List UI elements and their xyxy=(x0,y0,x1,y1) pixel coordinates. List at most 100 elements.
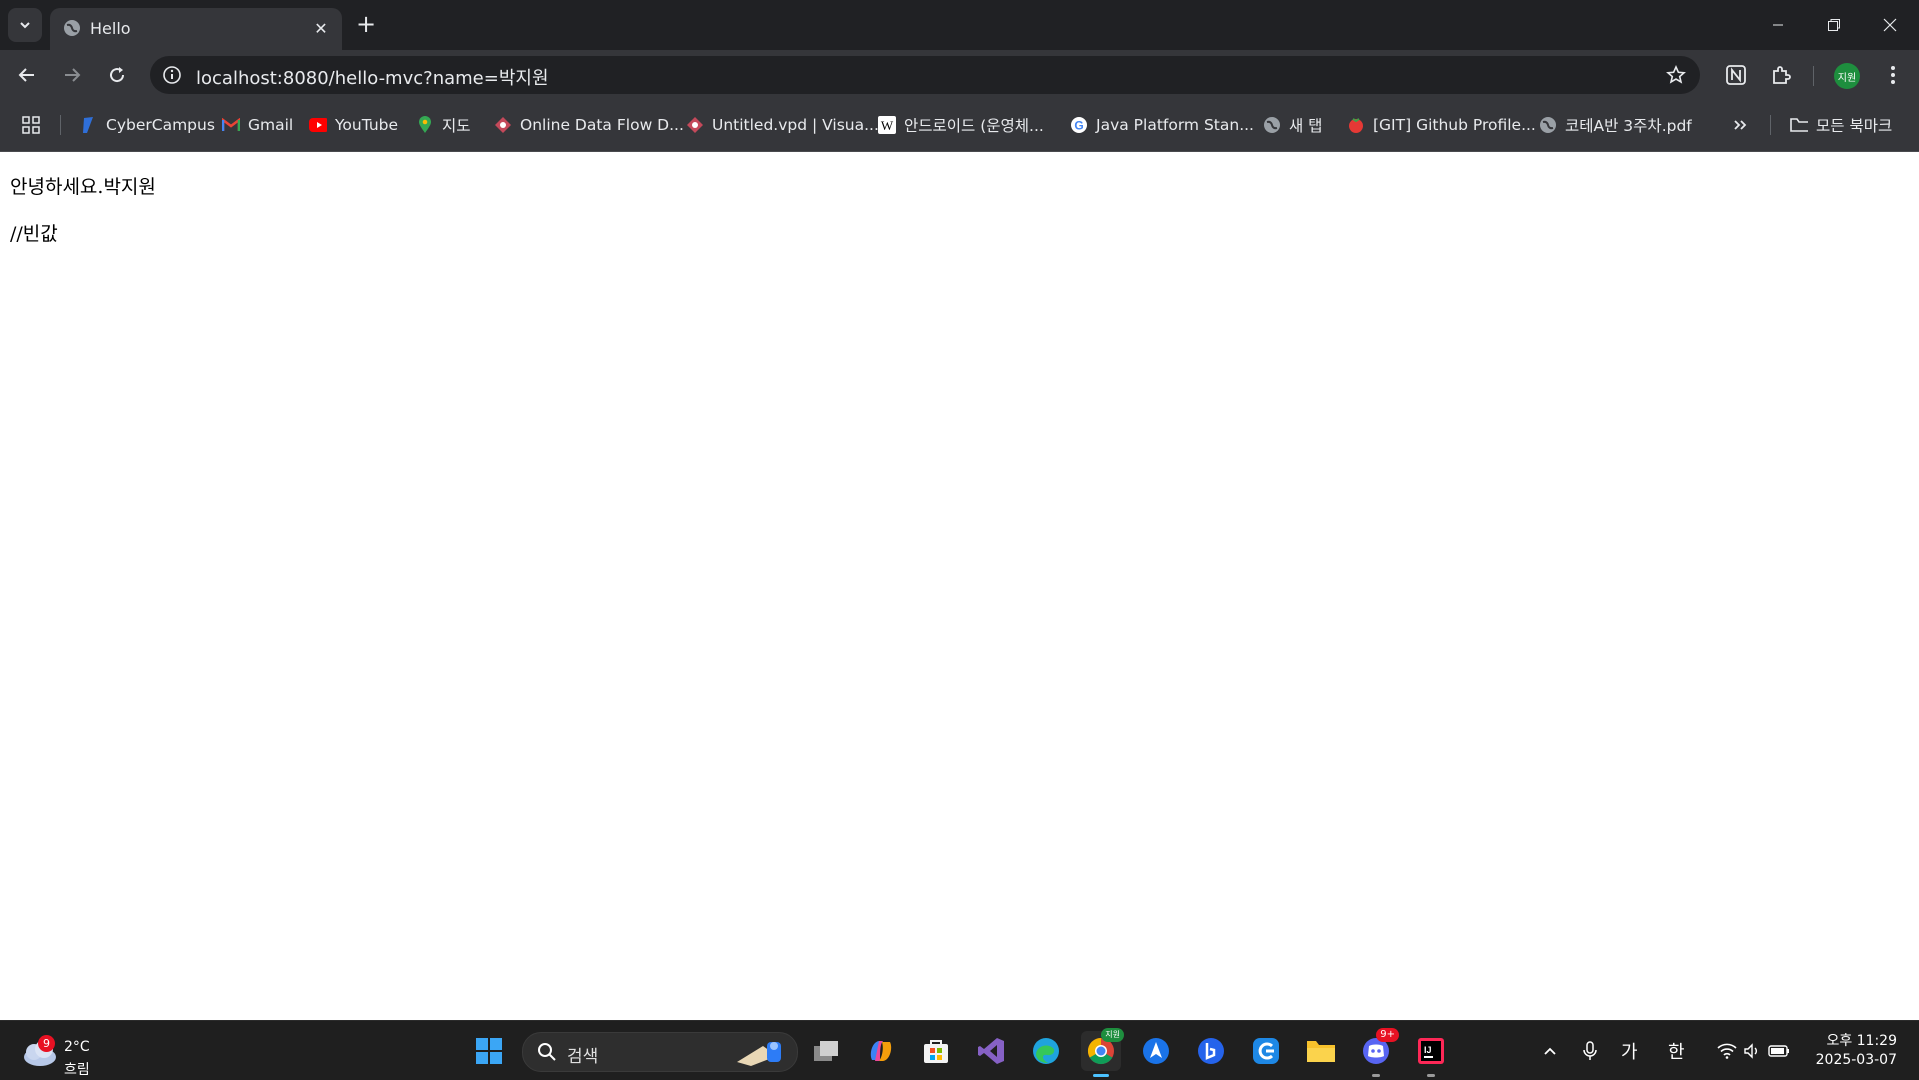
bookmark-dataflow[interactable]: Online Data Flow D... xyxy=(494,113,684,137)
bookmark-new-tab[interactable]: 새 탭 xyxy=(1263,113,1322,137)
visual-paradigm-icon xyxy=(686,116,704,134)
globe-icon xyxy=(1263,116,1281,134)
bookmarks-separator xyxy=(60,115,61,135)
search-icon xyxy=(538,1043,556,1061)
bookmark-label: Untitled.vpd | Visua... xyxy=(712,116,879,134)
apps-button[interactable] xyxy=(22,113,40,137)
site-info-button[interactable] xyxy=(160,63,184,87)
greeting-text: 안녕하세요.박지원 xyxy=(10,176,156,198)
extensions-button[interactable] xyxy=(1766,60,1796,90)
file-explorer-button[interactable] xyxy=(1301,1031,1341,1071)
app-pin-button[interactable] xyxy=(1136,1031,1176,1071)
bookmark-star-button[interactable] xyxy=(1664,63,1688,87)
visual-studio-button[interactable] xyxy=(971,1031,1011,1071)
profile-avatar[interactable]: 지원 xyxy=(1834,63,1860,89)
tab-search-button[interactable] xyxy=(8,8,42,42)
microphone-icon xyxy=(1583,1041,1597,1060)
running-indicator xyxy=(1427,1074,1435,1077)
microphone-button[interactable] xyxy=(1582,1040,1598,1062)
bookmark-pdf[interactable]: 코테A반 3주차.pdf xyxy=(1539,113,1692,137)
taskbar-search[interactable]: 검색 xyxy=(522,1032,798,1072)
address-bar[interactable]: localhost:8080/hello-mvc?name=박지원 xyxy=(150,56,1700,94)
ime-language-button[interactable]: 한 xyxy=(1668,1040,1685,1063)
back-button[interactable] xyxy=(10,58,44,92)
all-bookmarks-label: 모든 북마크 xyxy=(1816,117,1893,135)
arrow-left-icon xyxy=(18,68,34,82)
reload-button[interactable] xyxy=(100,58,134,92)
double-chevron-right-icon xyxy=(1734,120,1747,130)
chrome-profile-badge: 지원 xyxy=(1101,1028,1124,1042)
weather-widget[interactable]: 9 2°C 흐림 xyxy=(20,1029,110,1078)
quick-settings-button[interactable] xyxy=(1717,1040,1791,1062)
bookmark-visual-paradigm[interactable]: Untitled.vpd | Visua... xyxy=(686,113,879,137)
url-text[interactable]: localhost:8080/hello-mvc?name=박지원 xyxy=(196,64,549,90)
more-vertical-icon xyxy=(1891,66,1895,84)
edge-button[interactable] xyxy=(1026,1031,1066,1071)
restore-button[interactable] xyxy=(1806,0,1862,50)
discord-notification-badge: 9+ xyxy=(1376,1028,1399,1042)
intellij-icon: IJ xyxy=(1418,1038,1444,1064)
browser-app-button[interactable] xyxy=(1246,1031,1286,1071)
discord-button[interactable]: 9+ xyxy=(1356,1028,1399,1077)
intellij-button[interactable]: IJ xyxy=(1411,1031,1451,1077)
menu-button[interactable] xyxy=(1878,60,1908,90)
bookmark-wikipedia[interactable]: W 안드로이드 (운영체... xyxy=(878,113,1044,137)
chevron-down-icon xyxy=(20,22,30,29)
bookmark-label: CyberCampus xyxy=(106,116,215,134)
notion-extension-button[interactable] xyxy=(1721,60,1751,90)
clock-time: 오후 11:29 xyxy=(1826,1033,1897,1049)
bookmark-label: YouTube xyxy=(335,116,399,134)
restore-icon xyxy=(1828,19,1840,31)
gmail-icon xyxy=(222,116,240,134)
windows-icon xyxy=(476,1038,502,1064)
bookmarks-bar: CyberCampus Gmail YouTube 지도 Online Data… xyxy=(0,100,1919,152)
bookmark-label: Online Data Flow D... xyxy=(520,116,684,134)
close-window-button[interactable] xyxy=(1862,0,1918,50)
store-button[interactable] xyxy=(916,1031,956,1071)
bookmark-maps[interactable]: 지도 xyxy=(416,113,471,137)
minimize-button[interactable] xyxy=(1750,0,1806,50)
bookmark-label: 안드로이드 (운영체... xyxy=(904,117,1044,135)
bookmark-label: Gmail xyxy=(248,116,294,134)
bookmark-gmail[interactable]: Gmail xyxy=(222,113,293,137)
tab-hello[interactable]: Hello ✕ xyxy=(50,8,342,50)
svg-text:W: W xyxy=(881,118,894,133)
show-hidden-icons-button[interactable] xyxy=(1542,1040,1558,1062)
active-indicator xyxy=(1093,1074,1109,1077)
clock[interactable]: 오후 11:29 2025-03-07 xyxy=(1816,1032,1897,1070)
chrome-button[interactable]: 지원 xyxy=(1081,1028,1124,1077)
bookmark-cybercampus[interactable]: CyberCampus xyxy=(80,113,215,137)
dataflow-icon xyxy=(494,116,512,134)
tomato-icon xyxy=(1347,116,1365,134)
bookmarks-overflow-button[interactable] xyxy=(1733,113,1747,137)
task-view-icon xyxy=(814,1041,838,1061)
battery-icon xyxy=(1768,1045,1789,1057)
bookmark-label: Java Platform Stan... xyxy=(1096,116,1254,134)
store-icon xyxy=(924,1040,948,1063)
bing-button[interactable] xyxy=(1191,1031,1231,1071)
bookmark-github-profile[interactable]: [GIT] Github Profile... xyxy=(1347,113,1536,137)
close-icon xyxy=(1883,18,1897,32)
folder-icon xyxy=(1307,1041,1335,1062)
browser-app-icon xyxy=(1253,1038,1279,1064)
ime-mode-button[interactable]: 가 xyxy=(1621,1040,1638,1063)
bookmark-java-platform[interactable]: G Java Platform Stan... xyxy=(1070,113,1254,137)
all-bookmarks-button[interactable]: 모든 북마크 xyxy=(1790,113,1892,137)
search-highlight-icon xyxy=(737,1042,781,1066)
task-view-button[interactable] xyxy=(806,1031,846,1071)
forward-button[interactable] xyxy=(55,58,89,92)
wifi-icon xyxy=(1717,1043,1737,1059)
notion-icon xyxy=(1726,65,1746,85)
bookmark-youtube[interactable]: YouTube xyxy=(309,113,398,137)
wikipedia-icon: W xyxy=(878,116,896,134)
close-tab-icon[interactable]: ✕ xyxy=(310,17,332,39)
new-tab-button[interactable]: + xyxy=(352,10,380,38)
direction-arrow-icon xyxy=(1143,1038,1169,1064)
youtube-icon xyxy=(309,116,327,134)
tab-title: Hello xyxy=(90,19,131,38)
copilot-button[interactable] xyxy=(861,1031,901,1071)
star-icon xyxy=(1666,65,1686,84)
minimize-icon xyxy=(1773,24,1783,26)
bing-icon xyxy=(1198,1038,1224,1064)
start-button[interactable] xyxy=(469,1031,509,1071)
